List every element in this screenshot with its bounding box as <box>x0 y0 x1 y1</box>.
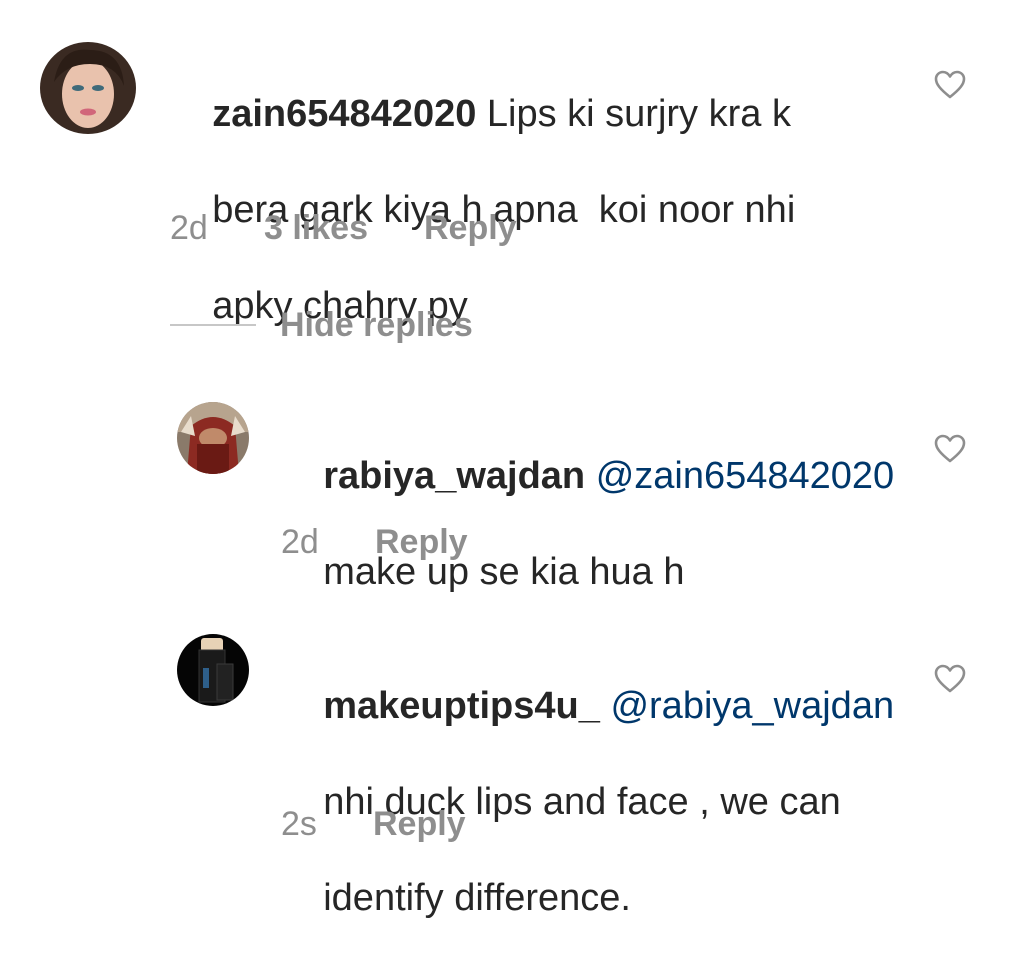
avatar[interactable] <box>177 402 249 474</box>
mention-link[interactable]: @zain654842020 <box>596 455 895 497</box>
profile-photo-masked-icon <box>177 402 249 474</box>
timestamp: 2d <box>170 209 208 247</box>
hide-replies-toggle[interactable]: Hide replies <box>170 305 473 345</box>
timestamp: 2s <box>281 805 317 843</box>
avatar[interactable] <box>177 634 249 706</box>
thread-divider <box>170 324 256 326</box>
username[interactable]: makeuptips4u_ <box>323 685 600 727</box>
comment-meta: 2d 3 likes Reply <box>170 208 517 248</box>
likes-count[interactable]: 3 likes <box>264 208 424 248</box>
timestamp: 2d <box>281 523 319 561</box>
comment-text: makeuptips4u_ @rabiya_wajdan nhi duck li… <box>281 634 921 970</box>
reply-button[interactable]: Reply <box>424 208 517 248</box>
heart-icon[interactable] <box>934 70 966 100</box>
mention-link[interactable]: @rabiya_wajdan <box>610 685 894 727</box>
comment-meta: 2s Reply <box>281 804 466 844</box>
username[interactable]: zain654842020 <box>212 93 476 135</box>
reply-button[interactable]: Reply <box>375 522 468 562</box>
profile-photo-woman-icon <box>40 42 136 134</box>
heart-icon[interactable] <box>934 434 966 464</box>
comment-meta: 2d Reply <box>281 522 468 562</box>
heart-icon[interactable] <box>934 664 966 694</box>
profile-photo-makeup-stick-icon <box>177 634 249 706</box>
username[interactable]: rabiya_wajdan <box>323 455 585 497</box>
comment-body-line1: Lips ki surjry kra k <box>476 93 791 135</box>
hide-replies-label[interactable]: Hide replies <box>280 305 473 345</box>
comment-body-line2: identify difference. <box>323 877 631 919</box>
avatar[interactable] <box>40 42 136 134</box>
reply-button[interactable]: Reply <box>373 804 466 844</box>
